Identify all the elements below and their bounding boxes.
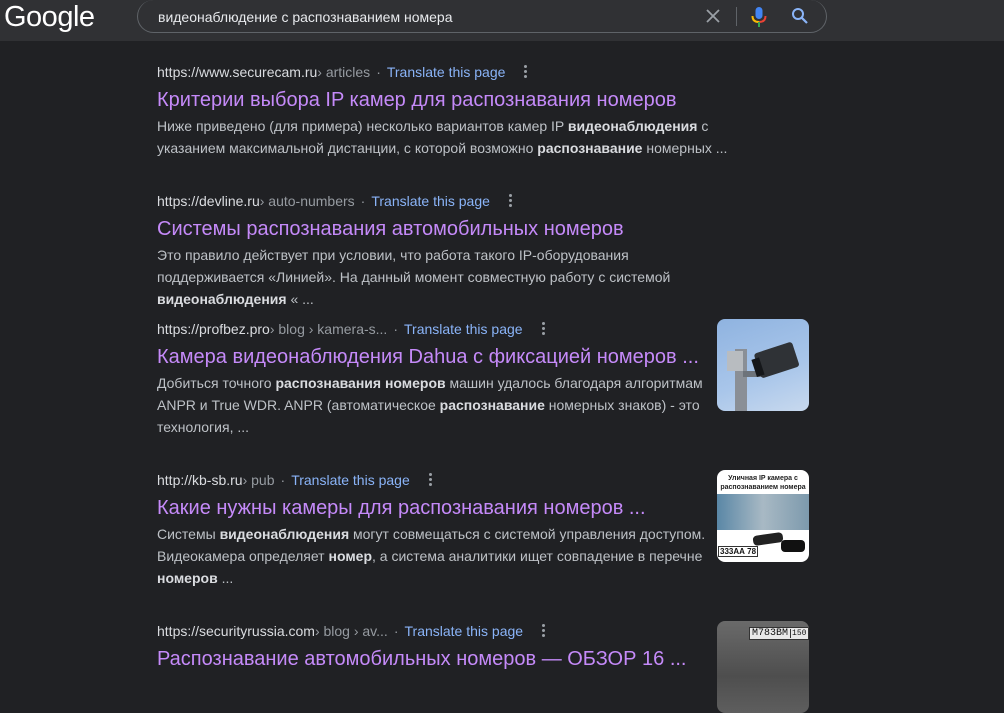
camera-shape [752, 531, 784, 547]
search-result: https://profbez.pro › blog › kamera-s...… [157, 319, 737, 438]
result-url[interactable]: http://kb-sb.ru › pub · Translate this pag… [157, 470, 737, 490]
result-snippet: Добиться точного распознавания номеров м… [157, 372, 737, 438]
camera-image [727, 342, 799, 411]
snippet-highlight: распознавание [439, 397, 545, 413]
result-snippet: Ниже приведено (для примера) несколько в… [157, 115, 737, 159]
thumbnail-plate: М783ВМ 150 [749, 627, 809, 640]
result-domain[interactable]: https://profbez.pro [157, 319, 270, 339]
search-result: http://kb-sb.ru › pub · Translate this pag… [157, 470, 737, 589]
separator-dot: · [360, 193, 366, 209]
snippet-highlight: номер [328, 548, 373, 564]
result-thumbnail[interactable] [717, 319, 809, 411]
google-logo[interactable]: Google [4, 1, 95, 34]
snippet-highlight: видеонаблюдения [219, 526, 350, 542]
result-title-link[interactable]: Критерии выбора IP камер для распознаван… [157, 87, 737, 113]
result-path: › auto-numbers [259, 193, 355, 209]
result-path: › blog › kamera-s... [269, 321, 388, 337]
result-url[interactable]: https://www.securecam.ru › articles · Tran… [157, 62, 737, 82]
result-path: › blog › av... [314, 623, 388, 639]
search-result: https://www.securecam.ru › articles · Tran… [157, 62, 737, 159]
result-path: › articles [317, 64, 371, 80]
more-options-icon[interactable] [428, 473, 432, 487]
street-scene [717, 494, 809, 530]
result-url[interactable]: https://devline.ru › auto-numbers · Transl… [157, 191, 737, 211]
search-icon[interactable] [791, 7, 809, 25]
snippet-highlight: распознавание [537, 140, 643, 156]
more-options-icon[interactable] [541, 624, 546, 638]
search-input[interactable] [158, 7, 678, 27]
snippet-text: Это правило действует при условии, что р… [157, 247, 671, 285]
snippet-text: Добиться точного [157, 375, 276, 391]
translate-link[interactable]: Translate this page [291, 470, 410, 490]
translate-link[interactable]: Translate this page [404, 319, 523, 339]
snippet-text: ... [217, 570, 234, 586]
search-result: https://devline.ru › auto-numbers · Transl… [157, 191, 737, 310]
camera-shape [781, 540, 805, 552]
result-path: › pub [242, 472, 275, 488]
result-url[interactable]: https://securityrussia.com › blog › av..… [157, 621, 737, 641]
separator-dot: · [393, 321, 398, 337]
result-thumbnail[interactable]: Уличная IP камера с распознаванием номера… [717, 470, 809, 562]
more-options-icon[interactable] [541, 322, 545, 336]
snippet-text: , а система аналитики ищет совпадение в … [372, 548, 703, 564]
translate-link[interactable]: Translate this page [371, 191, 490, 211]
separator-dot: · [376, 64, 381, 80]
close-icon[interactable] [705, 8, 721, 24]
result-title-link[interactable]: Какие нужны камеры для распознавания ном… [157, 495, 737, 521]
microphone-icon[interactable] [749, 6, 769, 28]
separator-dot: · [280, 472, 286, 488]
snippet-highlight: распознавания номеров [275, 375, 446, 391]
result-title-link[interactable]: Камера видеонаблюдения Dahua с фиксацией… [157, 344, 737, 370]
search-box [137, 0, 827, 33]
result-url[interactable]: https://profbez.pro › blog › kamera-s...… [157, 319, 737, 339]
snippet-highlight: номеров [157, 570, 218, 586]
result-title-link[interactable]: Распознавание автомобильных номеров — ОБ… [157, 646, 737, 672]
snippet-text: номерных ... [642, 140, 728, 156]
result-snippet: Системы видеонаблюдения могут совмещатьс… [157, 523, 737, 589]
separator-dot: · [393, 623, 399, 639]
snippet-text: Ниже приведено (для примера) несколько в… [157, 118, 568, 134]
translate-link[interactable]: Translate this page [405, 621, 524, 641]
result-domain[interactable]: https://securityrussia.com [157, 621, 315, 641]
search-divider [736, 7, 737, 26]
thumbnail-plate: 333АА 78 [718, 546, 759, 557]
translate-link[interactable]: Translate this page [387, 62, 506, 82]
more-options-icon[interactable] [508, 194, 512, 208]
result-domain[interactable]: https://www.securecam.ru [157, 62, 317, 82]
result-title-link[interactable]: Системы распознавания автомобильных номе… [157, 216, 737, 242]
more-options-icon[interactable] [523, 65, 528, 79]
result-domain[interactable]: http://kb-sb.ru [157, 470, 243, 490]
result-domain[interactable]: https://devline.ru [157, 191, 260, 211]
snippet-highlight: видеонаблюдения [157, 291, 287, 307]
snippet-text: Системы [157, 526, 220, 542]
snippet-text: « ... [286, 291, 314, 307]
result-snippet: Это правило действует при условии, что р… [157, 244, 737, 310]
thumbnail-caption: Уличная IP камера с распознаванием номера [720, 475, 806, 491]
search-result: https://securityrussia.com › blog › av..… [157, 621, 737, 672]
header: Google [0, 0, 1004, 41]
result-thumbnail[interactable]: М783ВМ 150 [717, 621, 809, 713]
snippet-highlight: видеонаблюдения [567, 118, 698, 134]
